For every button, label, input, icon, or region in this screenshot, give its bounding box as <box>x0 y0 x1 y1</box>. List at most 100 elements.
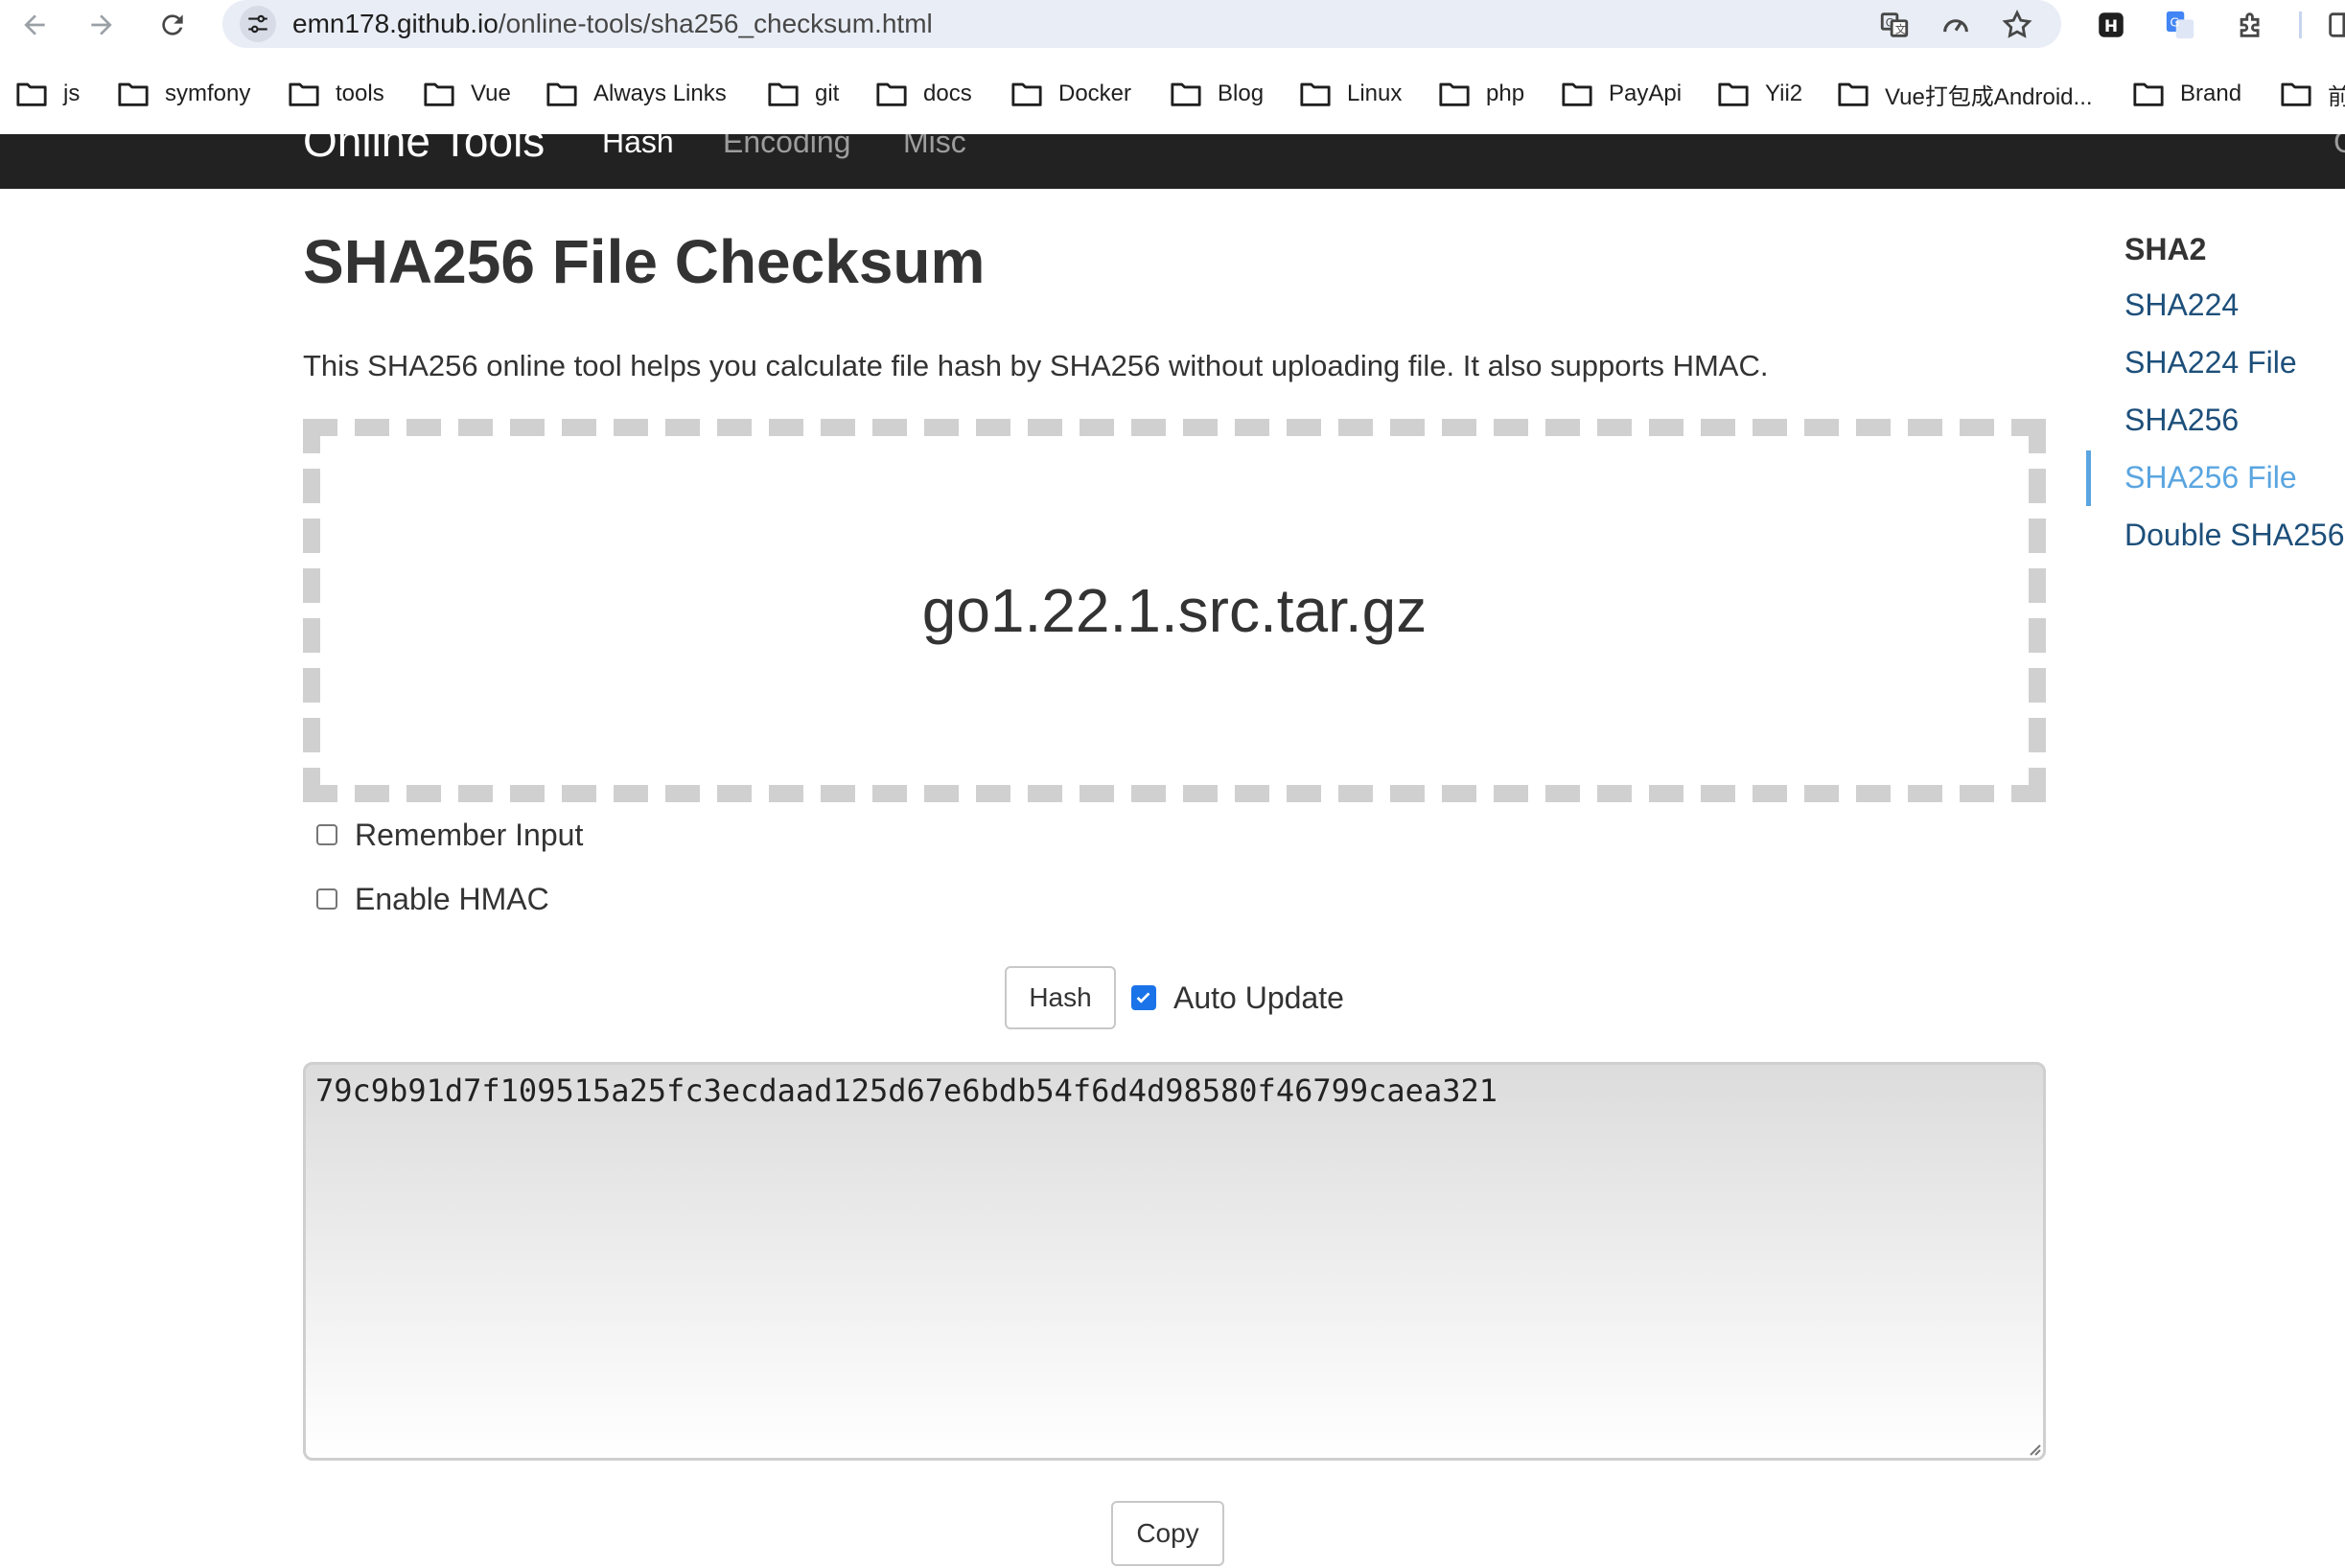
nav-link-misc[interactable]: Misc <box>903 134 966 160</box>
page-description: This SHA256 online tool helps you calcul… <box>303 349 1769 382</box>
extension-h-icon[interactable]: H <box>2090 4 2132 46</box>
bookmark-folder[interactable]: Blog <box>1170 65 1264 123</box>
auto-update-option[interactable]: Auto Update <box>1131 974 1344 1022</box>
sidebar-item-sha256[interactable]: SHA256 <box>2124 403 2239 438</box>
bookmark-folder[interactable]: php <box>1438 65 1524 123</box>
bookmark-label: PayApi <box>1609 81 1683 106</box>
bookmark-label: tools <box>336 81 384 106</box>
bookmark-label: Blog <box>1218 81 1265 106</box>
sidebar-item-sha224[interactable]: SHA224 <box>2124 288 2239 323</box>
translate-icon[interactable]: G文 <box>1873 4 1915 46</box>
toolbar-divider <box>2299 12 2302 38</box>
hash-button[interactable]: Hash <box>1005 966 1116 1029</box>
checkmark-icon <box>1136 992 1150 1003</box>
bookmarks-bar: js symfony tools Vue Always Links git docs Dock… <box>0 65 2345 123</box>
bookmark-label: Vue <box>471 81 511 106</box>
folder-icon <box>1170 80 1218 108</box>
url-path: /online-tools/sha256_checksum.html <box>498 9 933 38</box>
bookmark-label: Vue打包成Android... <box>1885 83 2093 110</box>
forward-icon[interactable] <box>81 4 123 46</box>
bookmark-folder[interactable]: Vue <box>423 65 511 123</box>
folder-icon <box>2132 80 2180 108</box>
folder-icon <box>1561 80 1609 108</box>
nav-link-encoding[interactable]: Encoding <box>723 134 850 160</box>
bookmark-folder[interactable]: Docker <box>1010 65 1131 123</box>
bookmark-label: Yii2 <box>1765 81 1803 106</box>
google-translate-icon[interactable]: G <box>2159 4 2201 46</box>
folder-icon <box>546 80 593 108</box>
folder-icon <box>1299 80 1347 108</box>
folder-icon <box>1717 80 1765 108</box>
svg-text:G: G <box>1886 15 1894 29</box>
sidebar-active-indicator <box>2086 450 2091 506</box>
copy-button[interactable]: Copy <box>1111 1501 1224 1566</box>
bookmark-label: Linux <box>1347 81 1403 106</box>
page-title: SHA256 File Checksum <box>303 227 986 296</box>
url-host: emn178.github.io <box>292 9 499 38</box>
folder-icon <box>767 80 815 108</box>
sidebar-item-sha256-file[interactable]: SHA256 File <box>2124 460 2297 496</box>
bookmark-folder[interactable]: Vue打包成Android... <box>1837 65 2093 123</box>
bookmark-label: git <box>815 81 840 106</box>
folder-icon <box>1438 80 1486 108</box>
sidebar-item-double-sha256[interactable]: Double SHA256 <box>2124 518 2344 553</box>
bookmark-label: php <box>1486 81 1525 106</box>
star-icon[interactable] <box>1996 4 2038 46</box>
bookmark-folder[interactable]: tools <box>288 65 384 123</box>
back-icon[interactable] <box>13 4 56 46</box>
browser-toolbar: emn178.github.io/online-tools/sha256_che… <box>0 0 2345 50</box>
bookmark-label: js <box>63 81 81 106</box>
bookmark-folder[interactable]: js <box>15 65 80 123</box>
svg-text:H: H <box>2104 17 2118 36</box>
folder-icon <box>288 80 336 108</box>
file-drop-zone[interactable]: go1.22.1.src.tar.gz <box>303 419 2046 802</box>
folder-icon <box>423 80 471 108</box>
folder-icon <box>875 80 923 108</box>
bookmark-label: Brand <box>2180 81 2242 106</box>
enable-hmac-label: Enable HMAC <box>355 881 549 916</box>
bookmark-label: symfony <box>165 81 251 106</box>
remember-input-option[interactable]: Remember Input <box>316 811 583 859</box>
remember-input-label: Remember Input <box>355 817 584 852</box>
hash-output-textarea[interactable]: 79c9b91d7f109515a25fc3ecdaad125d67e6bdb5… <box>303 1062 2046 1461</box>
resize-grip-icon[interactable] <box>2025 1440 2042 1457</box>
brand-link[interactable]: Online Tools <box>303 134 545 167</box>
nav-link-clipped[interactable]: G <box>2333 134 2345 160</box>
bookmark-folder[interactable]: symfony <box>117 65 250 123</box>
nav-link-hash[interactable]: Hash <box>602 134 674 160</box>
bookmark-folder[interactable]: Always Links <box>546 65 727 123</box>
puzzle-icon[interactable] <box>2230 4 2272 46</box>
bookmark-folder[interactable]: Yii2 <box>1717 65 1802 123</box>
svg-text:文: 文 <box>1895 23 1906 36</box>
bookmark-folder[interactable]: 前 <box>2280 65 2345 123</box>
bookmark-label: 前 <box>2328 83 2345 110</box>
folder-icon <box>117 80 165 108</box>
remember-input-checkbox[interactable] <box>316 824 337 845</box>
svg-text:G: G <box>2170 15 2179 30</box>
bookmark-folder[interactable]: PayApi <box>1561 65 1682 123</box>
folder-icon <box>1010 80 1058 108</box>
bookmark-folder[interactable]: git <box>767 65 839 123</box>
enable-hmac-option[interactable]: Enable HMAC <box>316 875 549 923</box>
bookmark-folder[interactable]: Linux <box>1299 65 1402 123</box>
bookmark-folder[interactable]: Brand <box>2132 65 2241 123</box>
bookmark-label: Always Links <box>593 81 727 106</box>
url-text[interactable]: emn178.github.io/online-tools/sha256_che… <box>292 6 933 42</box>
folder-icon <box>15 80 63 108</box>
folder-icon <box>1837 80 1885 108</box>
sidebar-item-sha224-file[interactable]: SHA224 File <box>2124 345 2297 380</box>
auto-update-checkbox[interactable] <box>1131 985 1156 1010</box>
bookmark-folder[interactable]: docs <box>875 65 972 123</box>
enable-hmac-checkbox[interactable] <box>316 888 337 910</box>
site-navbar: Online Tools Hash Encoding Misc G <box>0 134 2345 189</box>
sidebar-icon[interactable] <box>2320 4 2345 46</box>
auto-update-label: Auto Update <box>1173 980 1344 1015</box>
selected-file-name: go1.22.1.src.tar.gz <box>921 576 1428 645</box>
speedometer-icon[interactable] <box>1935 4 1977 46</box>
site-info-icon[interactable] <box>240 6 276 42</box>
bookmark-label: Docker <box>1058 81 1132 106</box>
bookmark-label: docs <box>923 81 972 106</box>
folder-icon <box>2280 80 2328 108</box>
reload-icon[interactable] <box>151 4 194 46</box>
sidebar-header: SHA2 <box>2124 232 2207 266</box>
